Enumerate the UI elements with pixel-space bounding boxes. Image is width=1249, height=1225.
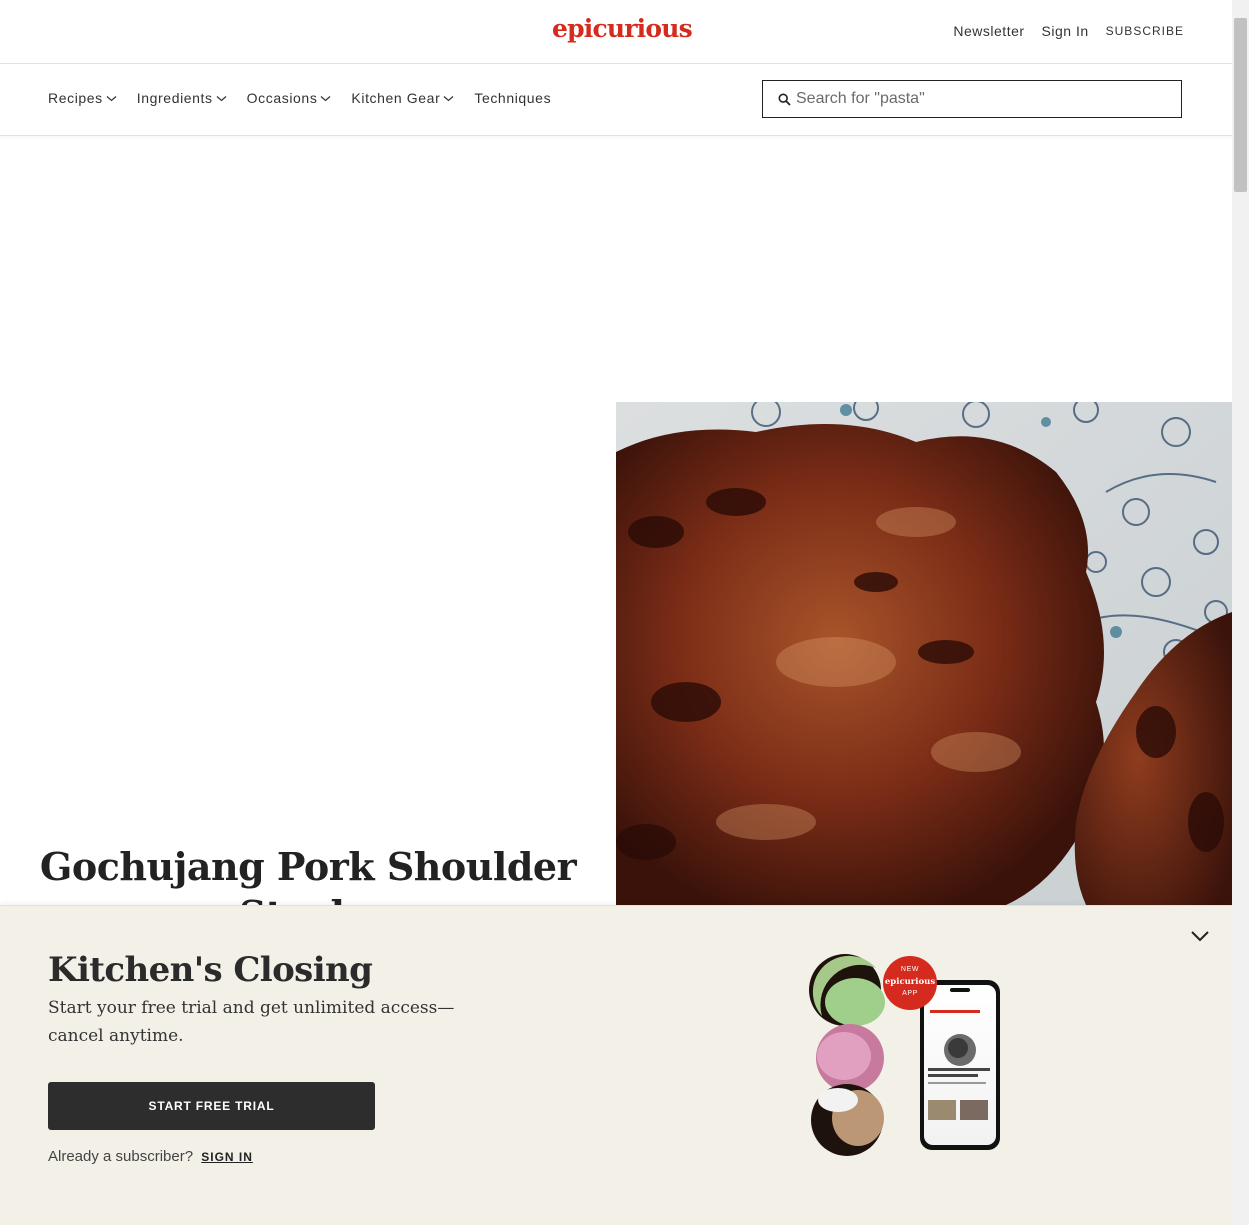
paywall-banner: Kitchen's Closing Start your free trial … <box>0 905 1232 1225</box>
chevron-down-icon <box>443 95 454 101</box>
app-promo-illustration: NEW epicurious APP <box>809 954 1000 1156</box>
chevron-down-icon[interactable] <box>1189 928 1211 944</box>
already-subscriber-row: Already a subscriber? SIGN IN <box>48 1148 253 1165</box>
nav-item-occasions[interactable]: Occasions <box>247 90 332 106</box>
start-free-trial-button[interactable]: START FREE TRIAL <box>48 1082 375 1130</box>
badge-new-label: NEW <box>901 966 919 973</box>
nav-item-label: Techniques <box>474 90 552 106</box>
cookie-stack <box>809 954 885 1156</box>
sign-in-link[interactable]: Sign In <box>1042 23 1089 39</box>
scrollbar-thumb[interactable] <box>1234 18 1247 192</box>
chevron-down-icon <box>216 95 227 101</box>
paywall-subtitle: Start your free trial and get unlimited … <box>48 998 455 1046</box>
top-bar: epicurious Newsletter Sign In SUBSCRIBE <box>0 0 1232 64</box>
chevron-down-icon <box>106 95 117 101</box>
nav-item-techniques[interactable]: Techniques <box>474 90 551 106</box>
nav-item-label: Ingredients <box>136 90 213 106</box>
search-input[interactable] <box>796 90 1166 108</box>
pork-steak-photo <box>616 402 1232 905</box>
already-subscriber-text: Already a subscriber? <box>48 1148 194 1165</box>
nav-menu: Recipes Ingredients Occasions Kitchen Ge… <box>48 90 551 106</box>
newsletter-link[interactable]: Newsletter <box>953 23 1024 39</box>
badge-brand-label: epicurious <box>885 977 935 987</box>
nav-item-label: Recipes <box>48 90 103 106</box>
page: epicurious Newsletter Sign In SUBSCRIBE … <box>0 0 1232 1225</box>
recipe-hero-image <box>616 402 1232 905</box>
nav-item-kitchen-gear[interactable]: Kitchen Gear <box>351 90 454 106</box>
nav-item-label: Kitchen Gear <box>351 90 441 106</box>
nav-item-recipes[interactable]: Recipes <box>48 90 117 106</box>
new-app-badge: NEW epicurious APP <box>883 956 937 1010</box>
nav-item-ingredients[interactable]: Ingredients <box>137 90 227 106</box>
subscribe-link[interactable]: SUBSCRIBE <box>1106 24 1184 38</box>
account-links: Newsletter Sign In SUBSCRIBE <box>953 23 1184 39</box>
main-nav: Recipes Ingredients Occasions Kitchen Ge… <box>0 64 1232 136</box>
search-icon <box>778 92 791 106</box>
phone-mockup <box>920 980 1000 1150</box>
paywall-title: Kitchen's Closing <box>48 950 373 990</box>
badge-app-label: APP <box>902 990 918 997</box>
search-box[interactable] <box>762 80 1182 118</box>
paywall-sign-in-link[interactable]: SIGN IN <box>201 1150 253 1164</box>
nav-item-label: Occasions <box>246 90 318 106</box>
epicurious-logo[interactable]: epicurious <box>552 14 693 43</box>
chevron-down-icon <box>321 95 331 101</box>
